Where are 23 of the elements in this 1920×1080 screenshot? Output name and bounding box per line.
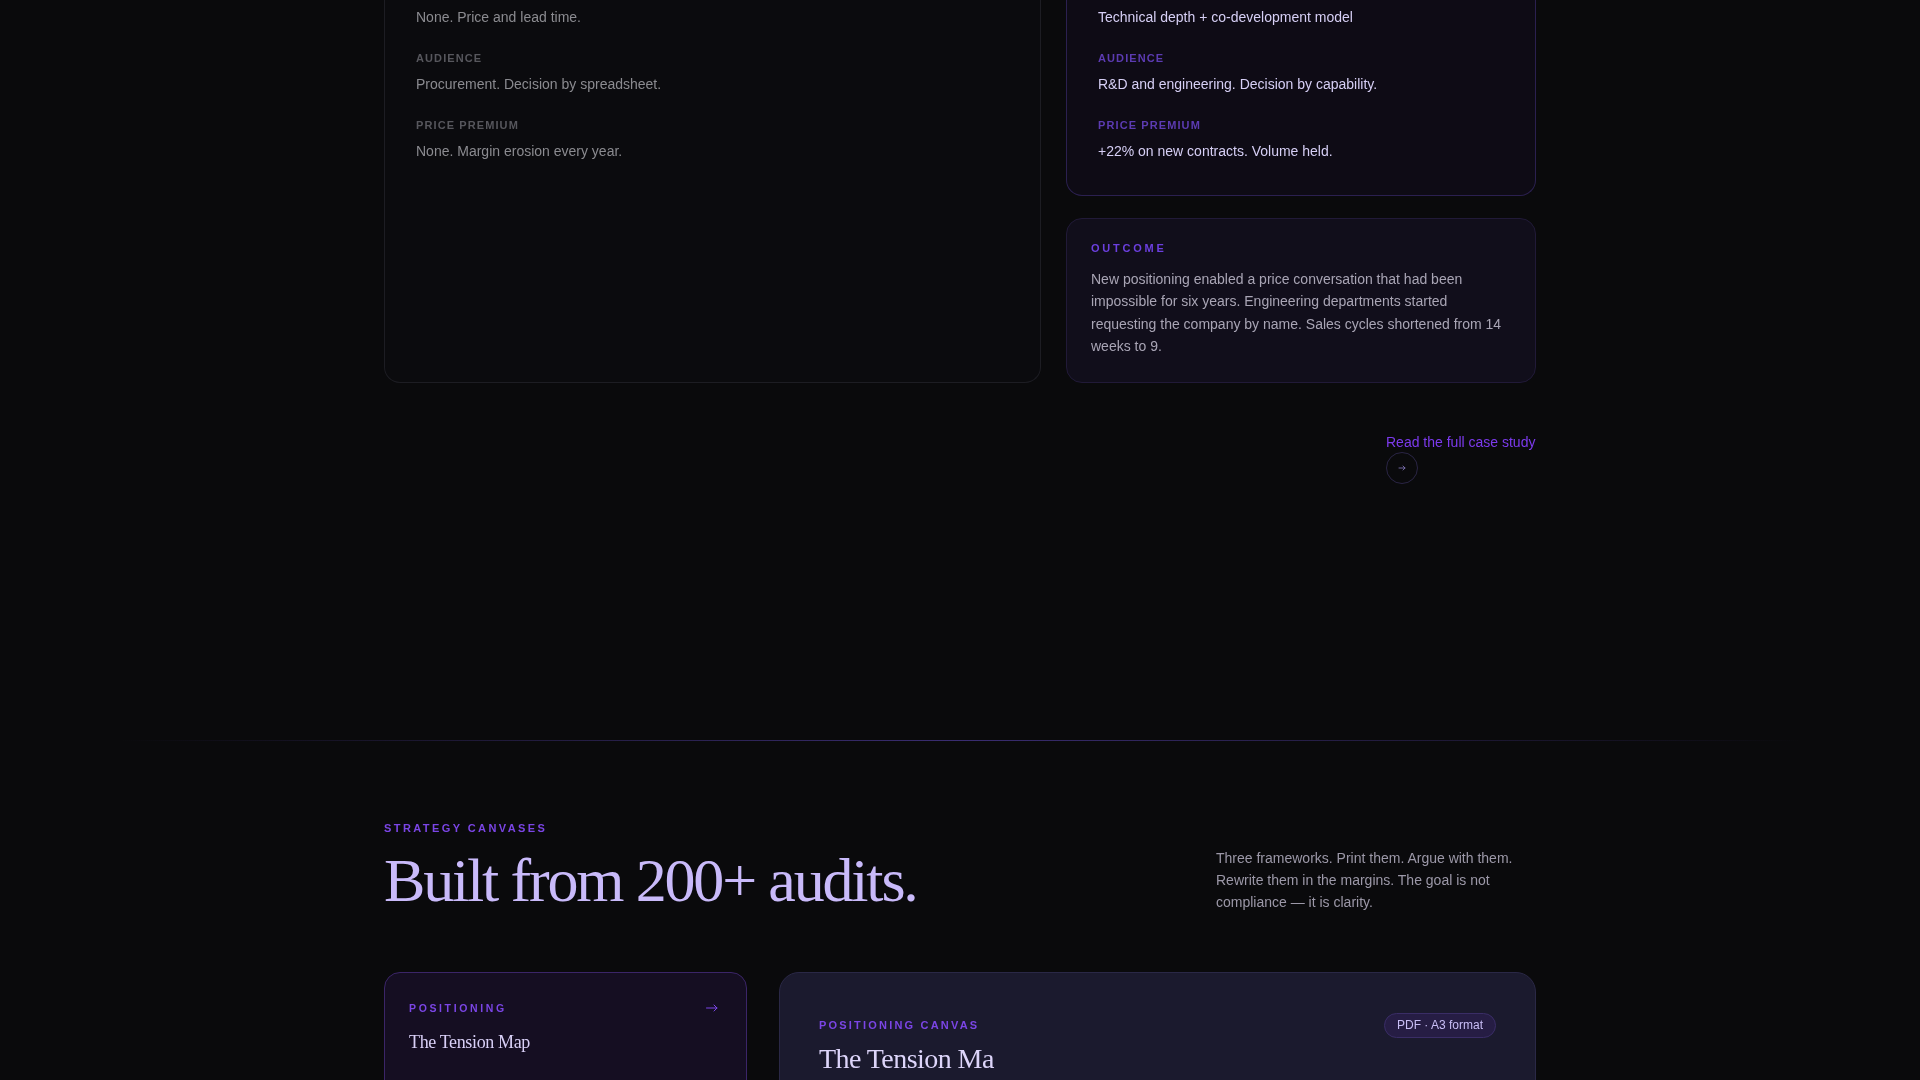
field-label: PRICE PREMIUM: [1098, 118, 1202, 133]
field-label: AUDIENCE: [1098, 51, 1166, 66]
section-heading: Built from 200+ audits.: [384, 845, 917, 914]
field-value: None. Price and lead time.: [416, 8, 582, 27]
case-study-link[interactable]: Read the full case study: [1386, 431, 1536, 484]
field-value: R&D and engineering. Decision by capability.: [1098, 75, 1379, 94]
canvas-category: POSITIONING: [409, 1000, 507, 1016]
section-intro: Three frameworks. Print them. Argue with them. Rewrite them in the margins. The goal is not compliance — it is clarity.: [1216, 848, 1514, 913]
preview-label: POSITIONING CANVAS: [819, 1018, 980, 1034]
field-value: Technical depth + co-development model: [1098, 8, 1354, 27]
preview-title: The Tension Ma: [819, 1043, 994, 1075]
canvas-card[interactable]: POSITIONING The Tension Map: [384, 971, 747, 1080]
field-label: PRICE PREMIUM: [416, 118, 520, 133]
field-value: Procurement. Decision by spreadsheet.: [416, 75, 663, 94]
arrow-right-icon: [706, 1003, 718, 1012]
outcome-label: OUTCOME: [1091, 241, 1168, 256]
field-label: AUDIENCE: [416, 51, 484, 66]
field-value: None. Margin erosion every year.: [416, 142, 624, 161]
section-eyebrow: STRATEGY CANVASES: [384, 820, 549, 836]
format-badge: PDF · A3 format: [1383, 1012, 1496, 1038]
outcome-text: New positioning enabled a price conversation that had been impossible for six years. Engineering departments started requesting the company by name. Sales cycles shortened from 14 weeks to 9.: [1091, 270, 1503, 357]
field-value: +22% on new contracts. Volume held.: [1098, 142, 1334, 161]
canvas-title: The Tension Map: [409, 1030, 531, 1054]
